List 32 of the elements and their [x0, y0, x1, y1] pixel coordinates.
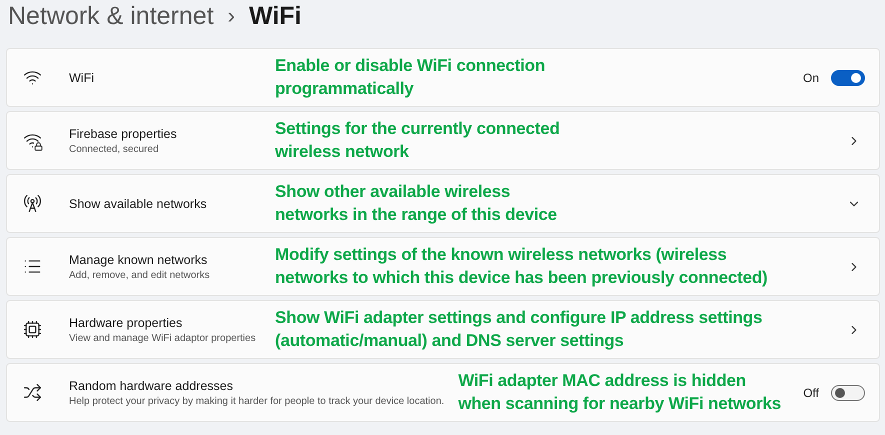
setting-description: Connected, secured [69, 144, 160, 154]
annotation-text: WiFi adapter MAC address is hidden when scanning for nearby WiFi networks [458, 370, 782, 415]
setting-title: Manage known networks [69, 252, 208, 266]
settings-card[interactable]: Random hardware addresses Help protect your privacy by making it harder for people to track your device location. WiFi adapter MAC address is hidden when scanning for nearby WiFi networks Off [6, 363, 880, 422]
breadcrumb-link[interactable]: Network & internet [8, 2, 214, 30]
settings-card[interactable]: WiFi Enable or disable WiFi connection programmatically On [6, 48, 880, 107]
settings-card[interactable]: Show available networks Show other available wireless networks in the range of this device [6, 174, 880, 233]
annotation-text: Show other available wireless networks in the range of this device [275, 180, 558, 226]
annotation-text: Show WiFi adapter settings and configure IP address settings (automatic/manual) and DNS server settings [275, 306, 764, 352]
setting-title: Hardware properties [69, 316, 184, 330]
setting-title: Show available networks [69, 196, 208, 210]
setting-title: Firebase properties [69, 126, 178, 140]
setting-description: View and manage WiFi adaptor properties [69, 332, 257, 344]
setting-description: Help protect your privacy by making it harder for people to track your device location. [69, 396, 444, 406]
settings-card[interactable]: Hardware properties View and manage WiFi adaptor properties Show WiFi adapter settings and configure IP address settings (automatic/manual) and DNS server settings [6, 300, 880, 359]
settings-card[interactable]: Firebase properties Connected, secured Settings for the currently connected wireless network [6, 111, 880, 170]
toggle-state-label: Off [803, 386, 819, 400]
shuffle-icon [23, 382, 43, 402]
setting-description: Add, remove, and edit networks [69, 270, 211, 280]
toggle-switch[interactable] [831, 70, 865, 86]
chip-icon [23, 320, 43, 340]
annotation-text: Modify settings of the known wireless networks (wireless networks to which this device has been previously connected) [275, 244, 768, 288]
antenna-icon [23, 194, 43, 214]
setting-title: Random hardware addresses [69, 378, 234, 392]
page-title: WiFi [248, 2, 302, 30]
setting-title: WiFi [69, 70, 95, 84]
settings-card[interactable]: Manage known networks Add, remove, and edit networks Modify settings of the known wireless networks (wireless networks to which this device has been previously connected) [6, 237, 880, 296]
breadcrumb-separator: › [228, 3, 235, 29]
toggle-state-label: On [802, 70, 819, 84]
toggle-switch[interactable] [831, 384, 865, 400]
annotation-text: Enable or disable WiFi connection programmatically [275, 54, 546, 100]
annotation-text: Settings for the currently connected wireless network [275, 118, 561, 162]
